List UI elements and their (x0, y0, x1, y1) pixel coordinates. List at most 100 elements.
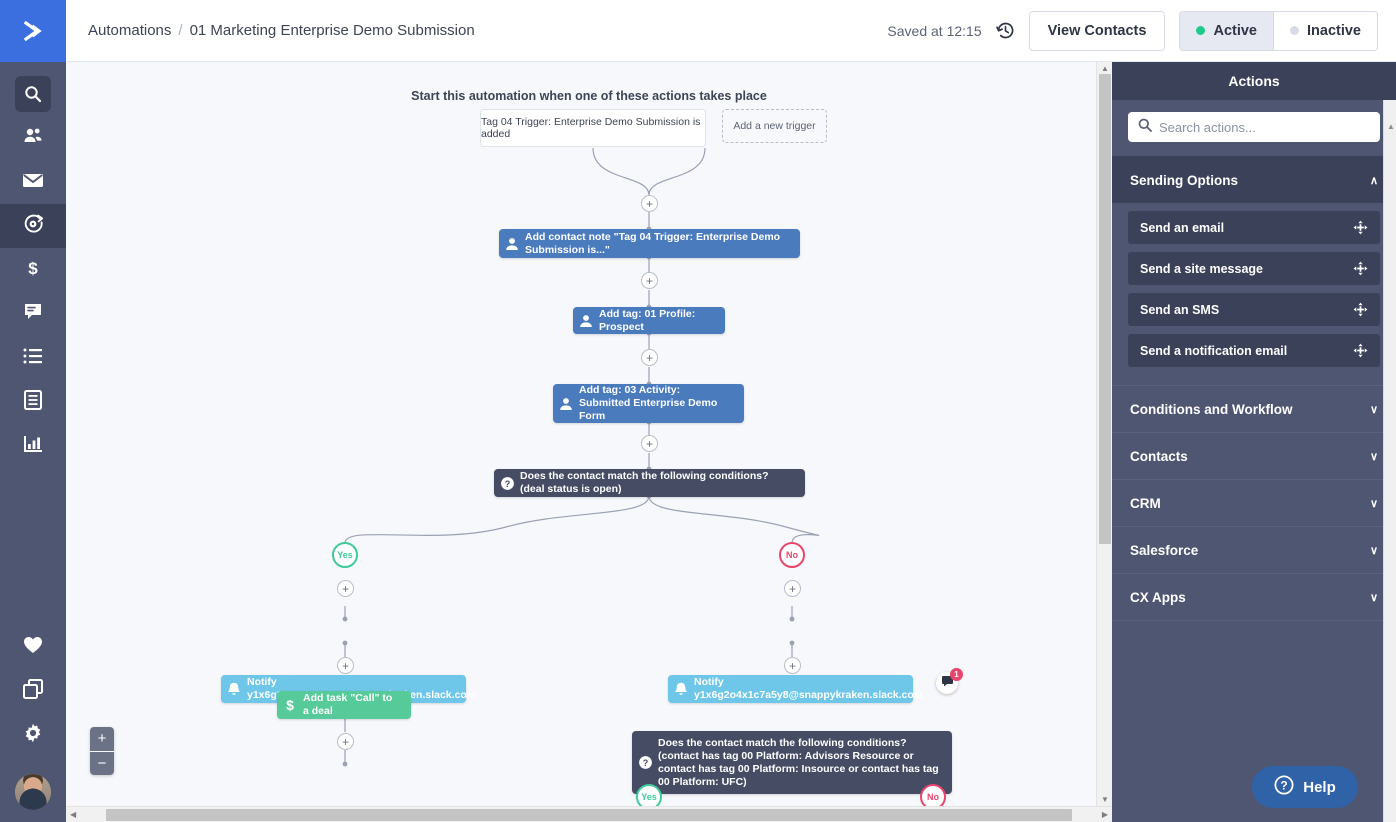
sidebar-item-contacts[interactable] (0, 116, 66, 160)
sidebar-item-favorites[interactable] (0, 625, 66, 669)
history-clock-icon[interactable] (995, 21, 1015, 40)
action-item-send-an-sms[interactable]: Send an SMS (1128, 293, 1380, 326)
accordion-body-sending-options: Send an email Send a site message Send a… (1112, 203, 1396, 385)
help-button[interactable]: ? Help (1252, 766, 1358, 808)
trigger-node[interactable]: Tag 04 Trigger: Enterprise Demo Submissi… (480, 109, 706, 147)
flow-node-notify-slack-no[interactable]: Notify y1x6g2o4x1c7a5y8@snappykraken.sla… (668, 675, 923, 703)
vertical-scroll-thumb[interactable] (1099, 74, 1111, 544)
view-contacts-button[interactable]: View Contacts (1028, 10, 1166, 51)
add-step-button[interactable]: + (784, 580, 801, 597)
search-icon (15, 76, 51, 112)
sidebar-item-campaigns[interactable] (0, 160, 66, 204)
add-trigger-button[interactable]: Add a new trigger (722, 109, 827, 143)
sidebar-item-deals[interactable]: $ (0, 248, 66, 292)
add-step-button[interactable]: + (641, 272, 658, 289)
chevron-down-icon: ∨ (1369, 450, 1378, 463)
branch-no-pill[interactable]: No (779, 542, 805, 568)
breadcrumb: Automations / 01 Marketing Enterprise De… (88, 22, 475, 39)
zoom-out-button[interactable]: − (90, 751, 114, 775)
actions-search-wrap (1112, 100, 1396, 156)
bell-icon (668, 682, 694, 697)
flow-node-label: Does the contact match the following con… (520, 470, 769, 495)
avatar-image (15, 774, 51, 810)
accordion-header-sending-options[interactable]: Sending Options ∧ (1112, 156, 1396, 203)
actions-panel-scrollbar[interactable]: ▲ (1383, 100, 1396, 822)
action-item-send-a-site-message[interactable]: Send a site message (1128, 252, 1380, 285)
accordion-header-crm[interactable]: CRM ∨ (1112, 479, 1396, 526)
add-step-button[interactable]: + (337, 657, 354, 674)
flow-node-add-task-call[interactable]: $ Add task "Call" to a deal (277, 691, 411, 719)
action-item-send-an-email[interactable]: Send an email (1128, 211, 1380, 244)
chevron-down-icon: ∨ (1369, 403, 1378, 416)
flow-diagram: Start this automation when one of these … (66, 62, 1112, 822)
sidebar-item-lists[interactable] (0, 336, 66, 380)
help-label: Help (1303, 778, 1336, 796)
canvas-vertical-scrollbar[interactable]: ▲ ▼ (1096, 62, 1112, 806)
avatar[interactable] (15, 774, 51, 810)
accordion-label: Contacts (1130, 448, 1188, 464)
accordion-header-conditions-and-workflow[interactable]: Conditions and Workflow ∨ (1112, 385, 1396, 432)
drag-move-icon[interactable] (1353, 302, 1368, 317)
scroll-right-arrow[interactable]: ▶ (1102, 810, 1108, 819)
add-step-button[interactable]: + (337, 580, 354, 597)
accordion-header-contacts[interactable]: Contacts ∨ (1112, 432, 1396, 479)
note-badge[interactable]: 1 (936, 668, 963, 694)
drag-move-icon[interactable] (1353, 261, 1368, 276)
note-badge-count: 1 (950, 668, 963, 681)
sidebar-item-apps[interactable] (0, 669, 66, 713)
breadcrumb-root[interactable]: Automations (88, 22, 171, 39)
sidebar-item-search[interactable] (0, 72, 66, 116)
app-root: $ Automations / 01 Marketing Enterprise … (0, 0, 1396, 822)
sidebar-item-settings[interactable] (0, 713, 66, 757)
status-toggle-active[interactable]: Active (1180, 11, 1273, 50)
sidebar-item-reports[interactable] (0, 424, 66, 468)
contact-icon (499, 237, 525, 251)
automation-canvas[interactable]: Start this automation when one of these … (66, 62, 1112, 822)
sidebar-item-pages[interactable] (0, 380, 66, 424)
flow-node-add-tag-prospect[interactable]: Add tag: 01 Profile: Prospect (573, 307, 725, 334)
chevron-double-right-logo-icon (23, 20, 42, 42)
rail-icon-list: $ (0, 62, 66, 468)
accordion-header-cx-apps[interactable]: CX Apps ∨ (1112, 573, 1396, 620)
contacts-icon (23, 127, 43, 150)
scroll-up-arrow[interactable]: ▲ (1101, 64, 1109, 73)
status-inactive-label: Inactive (1307, 22, 1361, 39)
sidebar-item-conversations[interactable] (0, 292, 66, 336)
svg-text:$: $ (286, 697, 294, 713)
sidebar-item-automations[interactable] (0, 204, 66, 248)
dollar-icon: $ (277, 697, 303, 713)
search-actions-field[interactable] (1128, 112, 1380, 142)
add-step-button[interactable]: + (337, 733, 354, 750)
action-item-send-a-notification-email[interactable]: Send a notification email (1128, 334, 1380, 367)
svg-text:?: ? (504, 479, 510, 489)
flow-node-condition-deal-status[interactable]: ? Does the contact match the following c… (494, 469, 805, 497)
search-input[interactable] (1159, 119, 1370, 135)
actions-panel-title: Actions (1112, 62, 1396, 100)
branch-yes-pill[interactable]: Yes (332, 542, 358, 568)
drag-move-icon[interactable] (1353, 220, 1368, 235)
add-step-button[interactable]: + (784, 657, 801, 674)
add-step-button[interactable]: + (641, 195, 658, 212)
zoom-in-button[interactable]: + (90, 727, 114, 751)
panel-scroll-up-arrow[interactable]: ▲ (1387, 122, 1395, 131)
heart-icon (23, 636, 43, 659)
flow-node-add-tag-activity[interactable]: Add tag: 03 Activity: Submitted Enterpri… (553, 384, 744, 423)
flow-node-condition-platform-tags[interactable]: ? Does the contact match the following c… (632, 731, 952, 794)
horizontal-scroll-thumb[interactable] (106, 809, 1072, 821)
drag-move-icon[interactable] (1353, 343, 1368, 358)
question-circle-icon: ? (1274, 775, 1294, 799)
scroll-left-arrow[interactable]: ◀ (70, 810, 76, 819)
app-logo[interactable] (0, 0, 66, 62)
accordion-header-salesforce[interactable]: Salesforce ∨ (1112, 526, 1396, 573)
add-step-button[interactable]: + (641, 349, 658, 366)
canvas-horizontal-scrollbar[interactable]: ◀ ▶ (66, 806, 1112, 822)
status-toggle-inactive[interactable]: Inactive (1273, 11, 1377, 50)
status-active-label: Active (1213, 22, 1257, 39)
flow-node-add-contact-note[interactable]: Add contact note "Tag 04 Trigger: Enterp… (499, 229, 800, 258)
scroll-down-arrow[interactable]: ▼ (1101, 795, 1109, 804)
pages-icon (24, 389, 42, 415)
add-step-button[interactable]: + (641, 435, 658, 452)
accordion-label: Salesforce (1130, 542, 1199, 558)
svg-text:?: ? (1281, 778, 1288, 792)
accordion-bottom-divider (1112, 620, 1396, 621)
